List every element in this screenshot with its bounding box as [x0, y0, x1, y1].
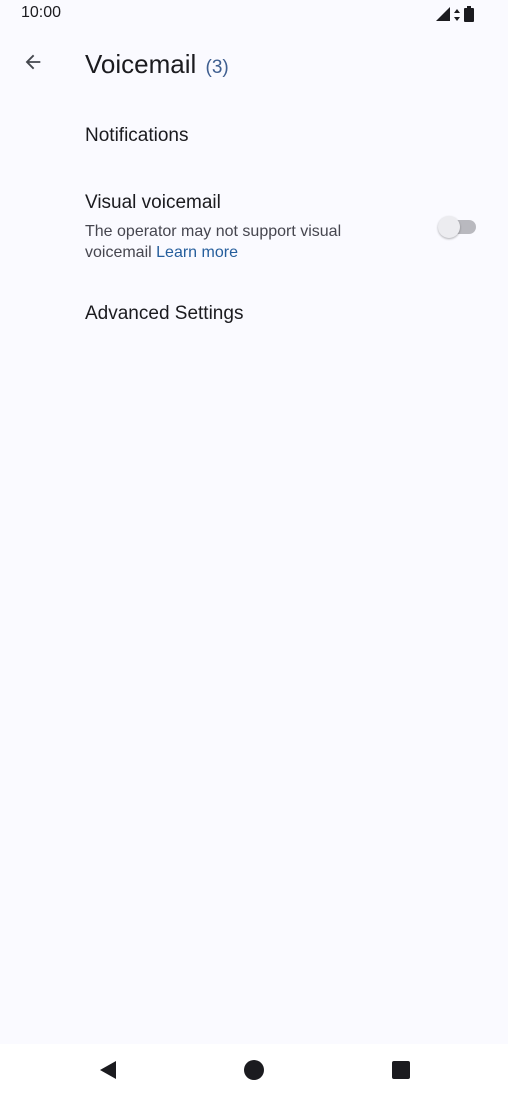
visual-voicemail-preference[interactable]: Visual voicemail The operator may not su…	[85, 191, 485, 263]
page-title: Voicemail (3)	[85, 49, 229, 80]
status-time: 10:00	[21, 4, 62, 21]
visual-voicemail-toggle[interactable]	[438, 215, 478, 239]
nav-home-button[interactable]	[240, 1058, 268, 1086]
recents-square-icon	[392, 1060, 410, 1084]
page-title-text: Voicemail	[85, 49, 197, 79]
data-arrows-icon	[454, 8, 460, 26]
status-bar: 10:00	[0, 0, 508, 30]
voicemail-count: (3)	[205, 57, 229, 78]
notifications-title: Notifications	[85, 125, 189, 146]
app-bar: Voicemail (3)	[0, 30, 508, 102]
advanced-settings-title: Advanced Settings	[85, 303, 244, 324]
advanced-settings-preference[interactable]: Advanced Settings	[85, 302, 485, 326]
cell-signal-icon	[436, 7, 450, 26]
status-icons	[436, 6, 474, 27]
notifications-preference[interactable]: Notifications	[85, 124, 485, 148]
visual-voicemail-summary: The operator may not support visual voic…	[85, 221, 385, 263]
home-circle-icon	[244, 1059, 264, 1085]
visual-voicemail-title: Visual voicemail	[85, 192, 221, 213]
learn-more-link[interactable]: Learn more	[156, 244, 238, 261]
back-button[interactable]	[13, 44, 53, 84]
battery-icon	[464, 6, 474, 27]
nav-recents-button[interactable]	[387, 1058, 415, 1086]
back-triangle-icon	[98, 1060, 118, 1085]
toggle-thumb	[438, 216, 460, 238]
navigation-bar	[0, 1044, 508, 1100]
arrow-back-icon	[22, 51, 44, 78]
nav-back-button[interactable]	[94, 1058, 122, 1086]
